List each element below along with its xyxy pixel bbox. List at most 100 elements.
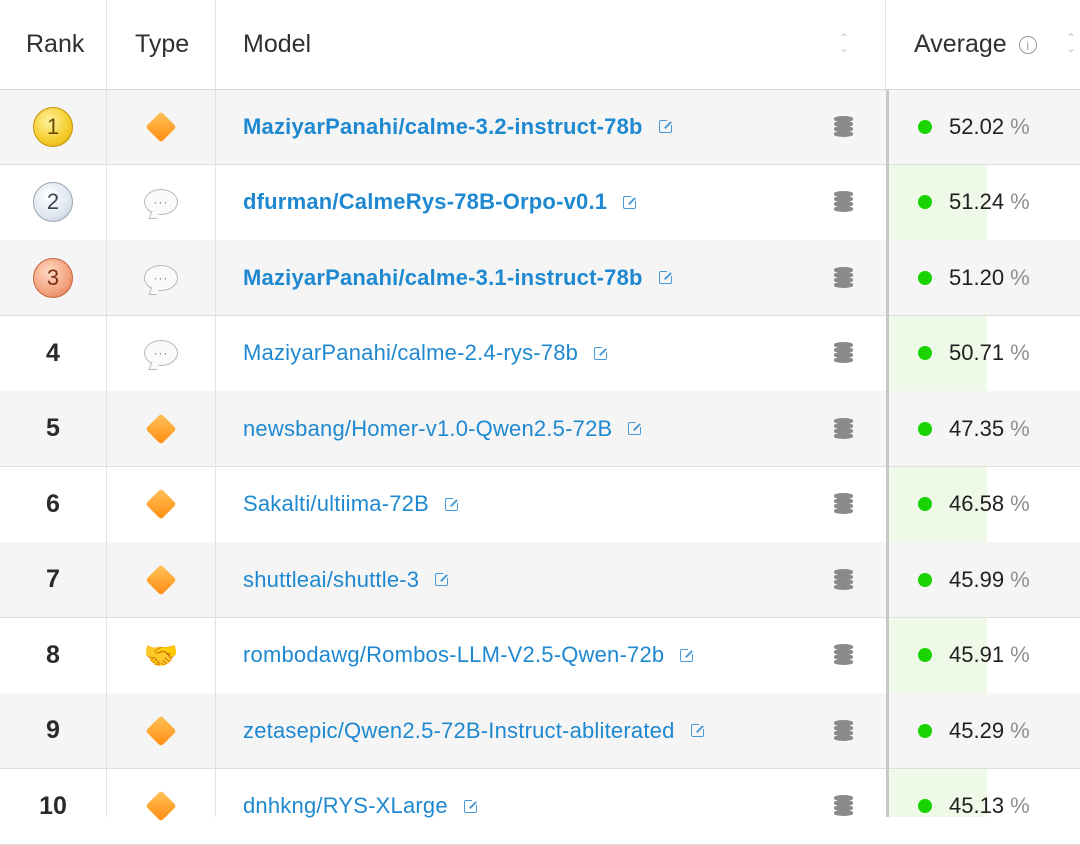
average-unit: % [1010,340,1030,365]
model-link[interactable]: Sakalti/ultiima-72B [243,491,429,517]
table-row[interactable]: 3 ··· MaziyarPanahi/calme-3.1-instruct-7… [0,240,1080,316]
external-link-icon[interactable] [680,646,696,662]
average-value: 45.91 [949,642,1005,667]
info-icon[interactable]: i [1018,35,1037,54]
diamond-icon [145,412,177,445]
rank-value: 10 [39,791,67,820]
external-link-icon[interactable] [463,797,479,813]
external-link-icon[interactable] [690,722,706,737]
chat-icon: ··· [144,189,178,215]
external-link-icon[interactable] [623,193,639,209]
average-unit: % [1010,793,1030,818]
table-row[interactable]: 9 zetasepic/Qwen2.5-72B-Instruct-abliter… [0,693,1080,769]
external-link-icon[interactable] [628,420,644,435]
average-value: 51.20 [949,264,1005,290]
handshake-icon: 🤝 [143,639,179,671]
average-unit: % [1010,264,1030,290]
gold-medal-icon: 1 [33,106,73,147]
average-unit: % [1010,415,1030,441]
average-value: 46.58 [949,491,1005,516]
database-icon[interactable] [833,644,853,666]
column-divider [106,0,107,817]
database-icon[interactable] [833,719,853,742]
header-model[interactable]: Model [243,0,311,89]
silver-medal-icon: 2 [33,182,73,222]
database-icon[interactable] [833,417,853,440]
model-link[interactable]: zetasepic/Qwen2.5-72B-Instruct-abliterat… [243,718,675,744]
table-row[interactable]: 5 newsbang/Homer-v1.0-Qwen2.5-72B 47.35 … [0,391,1080,467]
database-icon[interactable] [833,342,853,364]
model-cell: rombodawg/Rombos-LLM-V2.5-Qwen-72b [243,618,803,693]
average-value: 45.99 [949,566,1005,592]
leaderboard-table: 1 MaziyarPanahi/calme-3.2-instruct-78b 5… [0,0,1080,845]
table-row[interactable]: 7 shuttleai/shuttle-3 45.99 % [0,542,1080,618]
diamond-icon [145,714,177,747]
model-sort-icon[interactable]: ⌃ ⌄ [839,32,849,54]
database-cell [828,769,858,844]
average-cell: 46.58 % [887,467,1080,542]
chat-icon: ··· [144,264,178,291]
external-link-icon[interactable] [658,118,674,133]
table-row[interactable]: 10 dnhkng/RYS-XLarge 45.13 % [0,769,1080,845]
header-type[interactable]: Type [135,0,189,89]
rank-value: 1 [46,113,60,139]
diamond-icon [145,110,177,143]
header-average-label: Average [914,30,1007,58]
type-cell [107,467,215,542]
database-cell [828,391,858,466]
model-link[interactable]: rombodawg/Rombos-LLM-V2.5-Qwen-72b [243,642,664,668]
average-cell: 51.20 % [887,240,1080,315]
database-cell [828,618,858,693]
table-row[interactable]: 2 ··· dfurman/CalmeRys-78B-Orpo-v0.1 51.… [0,165,1080,241]
database-cell [828,467,858,542]
model-link[interactable]: dnhkng/RYS-XLarge [243,793,448,819]
rank-cell: 1 [0,89,106,164]
status-dot-icon [918,799,932,813]
rank-cell: 8 [0,618,106,693]
table-header: Rank Type Model ⌃ ⌄ Average i ⌃ ⌄ [0,0,1080,90]
diamond-icon [145,488,177,520]
database-icon[interactable] [833,266,853,289]
model-link[interactable]: shuttleai/shuttle-3 [243,567,419,593]
rank-value: 9 [46,716,60,744]
database-icon[interactable] [833,568,853,591]
model-link[interactable]: dfurman/CalmeRys-78B-Orpo-v0.1 [243,189,607,215]
external-link-icon[interactable] [445,495,460,511]
rank-value: 8 [46,640,60,669]
average-sort-icon[interactable]: ⌃ ⌄ [1066,32,1076,54]
model-link[interactable]: MaziyarPanahi/calme-3.2-instruct-78b [243,114,643,140]
type-cell [107,693,215,768]
rank-value: 5 [46,414,60,442]
database-cell [828,693,858,768]
diamond-icon [145,563,177,596]
chat-dots: ··· [153,195,169,209]
database-icon[interactable] [833,795,853,817]
external-link-icon[interactable] [594,344,610,360]
type-cell: ··· [107,240,215,315]
rank-cell: 7 [0,542,106,617]
rank-cell: 3 [0,240,106,315]
external-link-icon[interactable] [658,269,674,284]
table-row[interactable]: 8 🤝 rombodawg/Rombos-LLM-V2.5-Qwen-72b 4… [0,618,1080,694]
average-cell: 47.35 % [887,391,1080,466]
average-unit: % [1010,113,1030,139]
model-link[interactable]: MaziyarPanahi/calme-2.4-rys-78b [243,340,578,366]
model-cell: MaziyarPanahi/calme-3.2-instruct-78b [243,89,803,164]
table-row[interactable]: 1 MaziyarPanahi/calme-3.2-instruct-78b 5… [0,89,1080,165]
model-link[interactable]: newsbang/Homer-v1.0-Qwen2.5-72B [243,416,612,442]
header-rank[interactable]: Rank [26,0,84,89]
database-icon[interactable] [833,191,853,213]
model-cell: MaziyarPanahi/calme-2.4-rys-78b [243,316,803,391]
chat-dots: ··· [153,270,169,285]
database-icon[interactable] [833,493,853,515]
external-link-icon[interactable] [435,571,451,586]
table-row[interactable]: 4 ··· MaziyarPanahi/calme-2.4-rys-78b 50… [0,316,1080,392]
average-value: 45.29 [949,717,1005,743]
model-link[interactable]: MaziyarPanahi/calme-3.1-instruct-78b [243,265,643,291]
table-row[interactable]: 6 Sakalti/ultiima-72B 46.58 % [0,467,1080,543]
type-cell: ··· [107,316,215,391]
database-icon[interactable] [833,115,853,138]
header-average[interactable]: Average i [914,0,1037,89]
rank-cell: 2 [0,165,106,240]
rank-cell: 10 [0,769,106,844]
